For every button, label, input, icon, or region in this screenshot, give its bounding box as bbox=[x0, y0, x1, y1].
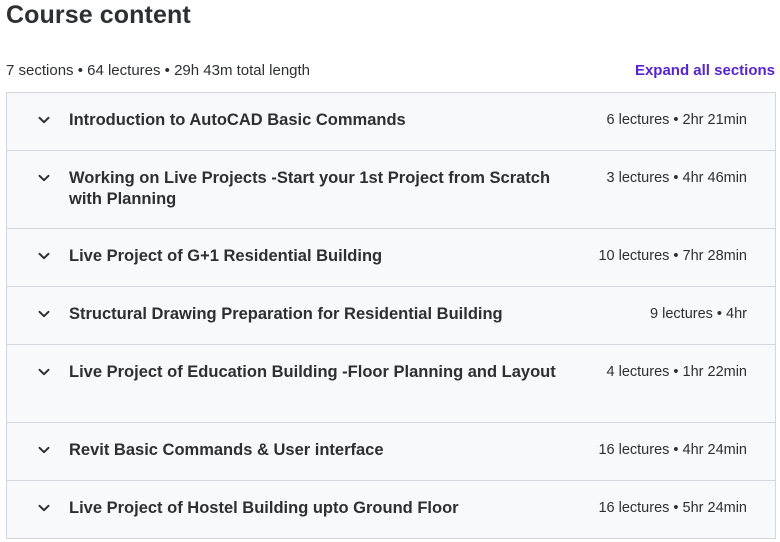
section-header[interactable]: Live Project of Hostel Building upto Gro… bbox=[7, 481, 775, 539]
chevron-down-icon bbox=[35, 440, 53, 460]
section-meta: 3 lectures • 4hr 46min bbox=[606, 170, 747, 186]
section-header[interactable]: Live Project of Education Building -Floo… bbox=[7, 345, 775, 423]
section-title: Revit Basic Commands & User interface bbox=[69, 441, 384, 459]
section-title: Live Project of Hostel Building upto Gro… bbox=[69, 499, 459, 517]
section-header[interactable]: Working on Live Projects -Start your 1st… bbox=[7, 151, 775, 229]
expand-all-sections-button[interactable]: Expand all sections bbox=[635, 62, 775, 79]
section-meta: 16 lectures • 5hr 24min bbox=[598, 500, 747, 516]
section-title: Live Project of G+1 Residential Building bbox=[69, 247, 383, 265]
section-meta: 16 lectures • 4hr 24min bbox=[598, 442, 747, 458]
section-title: Structural Drawing Preparation for Resid… bbox=[69, 305, 503, 323]
section-meta: 9 lectures • 4hr bbox=[650, 306, 747, 322]
section-header[interactable]: Introduction to AutoCAD Basic Commands 6… bbox=[7, 93, 775, 151]
chevron-down-icon bbox=[35, 498, 53, 518]
section-title: Live Project of Education Building -Floo… bbox=[69, 363, 556, 381]
section-title: Working on Live Projects -Start your 1st… bbox=[69, 169, 551, 208]
chevron-down-icon bbox=[35, 110, 53, 130]
sections-list: Introduction to AutoCAD Basic Commands 6… bbox=[6, 92, 776, 539]
chevron-down-icon bbox=[35, 362, 53, 382]
chevron-down-icon bbox=[35, 246, 53, 266]
section-meta: 10 lectures • 7hr 28min bbox=[598, 248, 747, 264]
section-title: Introduction to AutoCAD Basic Commands bbox=[69, 111, 406, 129]
chevron-down-icon bbox=[35, 168, 53, 188]
section-header[interactable]: Live Project of G+1 Residential Building… bbox=[7, 229, 775, 287]
chevron-down-icon bbox=[35, 304, 53, 324]
section-meta: 4 lectures • 1hr 22min bbox=[606, 364, 747, 380]
section-meta: 6 lectures • 2hr 21min bbox=[606, 112, 747, 128]
section-header[interactable]: Revit Basic Commands & User interface 16… bbox=[7, 423, 775, 481]
section-header[interactable]: Structural Drawing Preparation for Resid… bbox=[7, 287, 775, 345]
course-summary: 7 sections • 64 lectures • 29h 43m total… bbox=[6, 61, 311, 79]
page-title: Course content bbox=[6, 1, 191, 29]
course-summary-row: 7 sections • 64 lectures • 29h 43m total… bbox=[6, 60, 775, 80]
